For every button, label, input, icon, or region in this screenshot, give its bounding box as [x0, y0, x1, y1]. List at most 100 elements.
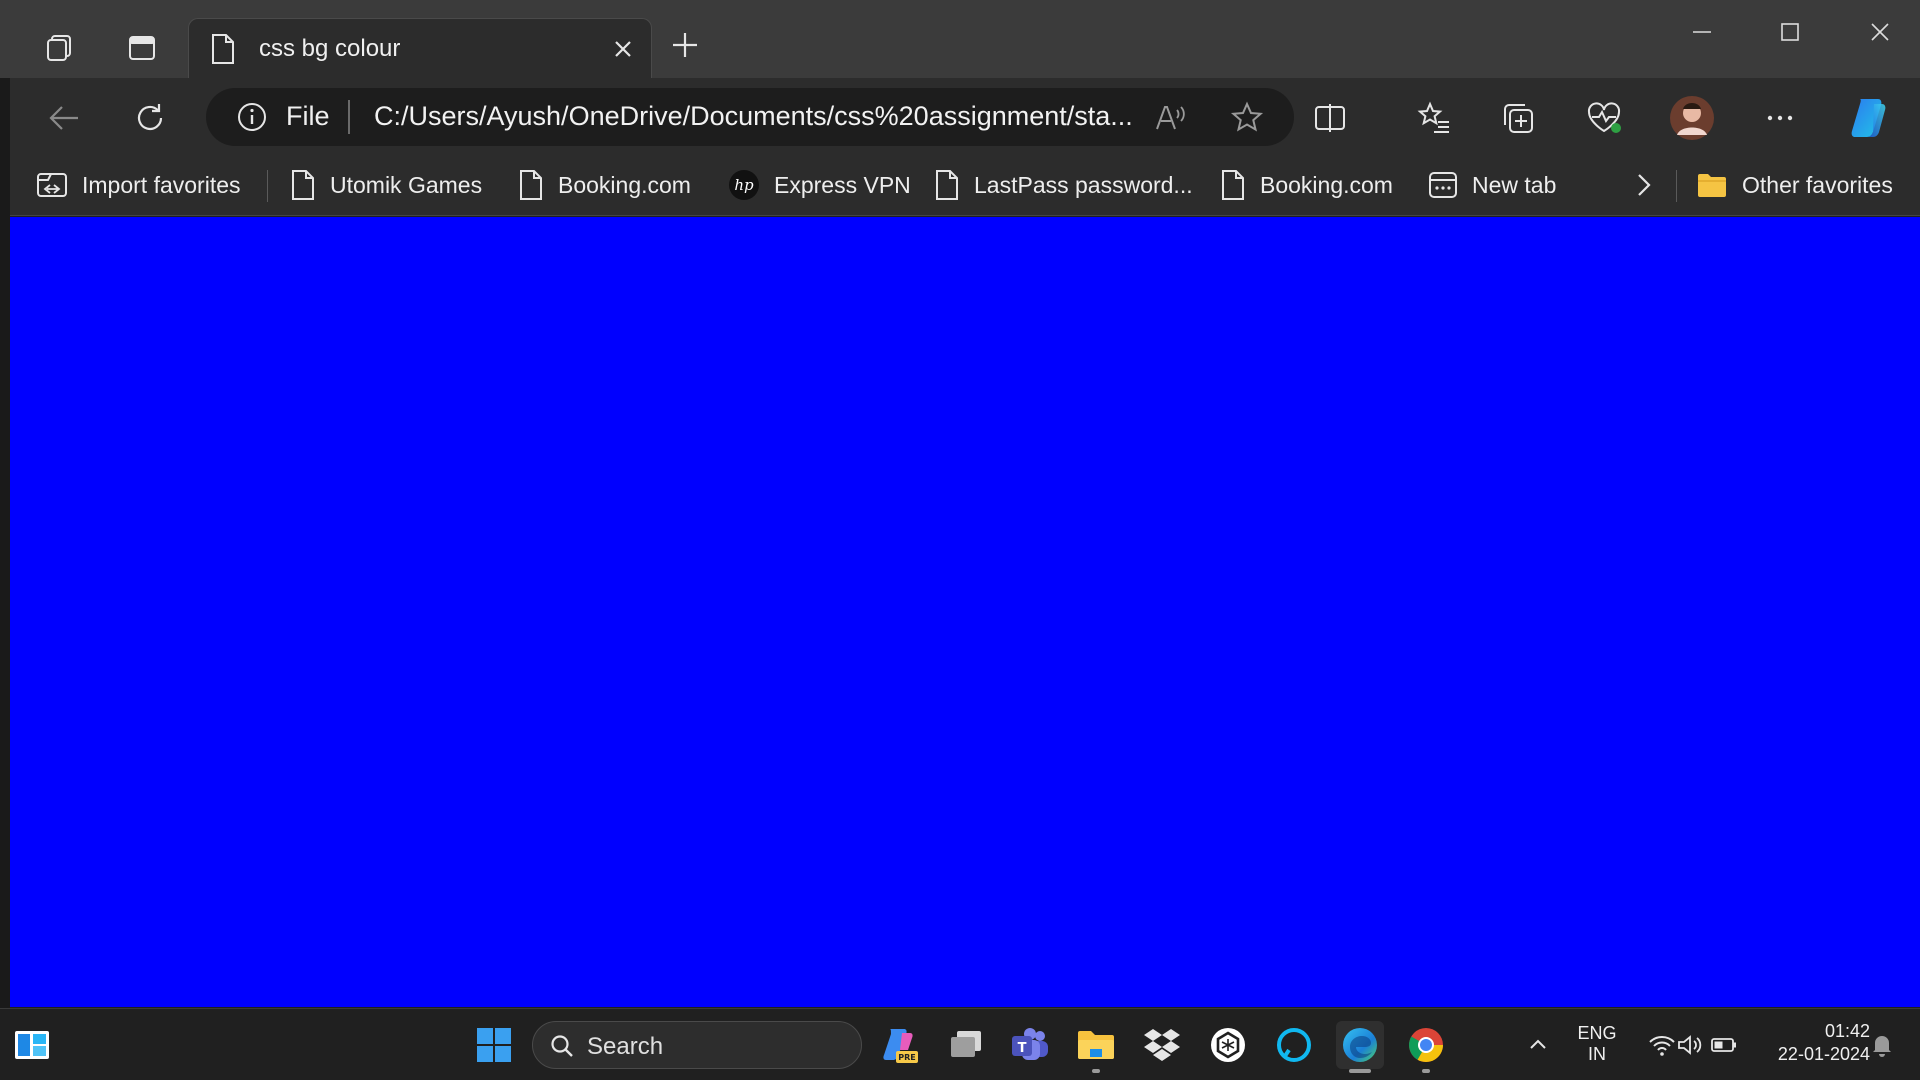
teams-icon: T	[1012, 1028, 1048, 1060]
copilot-icon	[1851, 99, 1886, 137]
page-icon	[292, 170, 314, 200]
page-icon	[936, 170, 958, 200]
active-indicator	[1349, 1069, 1371, 1073]
task-view-icon	[951, 1031, 981, 1057]
taskbar-copilot-preview[interactable]: PRE	[876, 1021, 924, 1069]
favorites-button[interactable]	[1410, 94, 1458, 142]
favorite-label: Booking.com	[1260, 171, 1393, 198]
maximize-button[interactable]	[1760, 8, 1820, 56]
favorites-list-icon	[1417, 101, 1449, 133]
openai-icon	[1211, 1028, 1245, 1062]
page-icon	[1222, 170, 1244, 200]
other-favorites-folder[interactable]: Other favorites	[1696, 162, 1893, 208]
back-button[interactable]	[40, 94, 88, 142]
split-screen-icon	[1315, 104, 1345, 132]
windows-logo-icon	[477, 1028, 511, 1062]
svg-text:PRE: PRE	[898, 1053, 916, 1062]
avatar	[1670, 96, 1714, 140]
new-tab-button[interactable]	[662, 22, 708, 68]
profile-button[interactable]	[1668, 94, 1716, 142]
add-favorite-star-icon[interactable]	[1226, 97, 1268, 139]
split-screen-button[interactable]	[1306, 94, 1354, 142]
browser-essentials-button[interactable]	[1580, 94, 1628, 142]
battery-icon	[1711, 1038, 1736, 1052]
favorite-item-booking-2[interactable]: Booking.com	[1220, 162, 1393, 208]
show-hidden-icons-button[interactable]	[1514, 1021, 1562, 1069]
bell-icon	[1873, 1036, 1891, 1057]
tab-actions-button[interactable]	[116, 22, 168, 74]
taskbar-dropbox[interactable]	[1138, 1021, 1186, 1069]
favorite-item-expressvpn[interactable]: hp Express VPN	[728, 162, 911, 208]
svg-text:T: T	[1018, 1041, 1027, 1056]
favorite-label: Import favorites	[82, 171, 241, 198]
taskbar-alexa[interactable]	[1270, 1021, 1318, 1069]
heart-pulse-icon	[1587, 102, 1621, 133]
running-indicator	[1092, 1069, 1100, 1073]
site-info-icon[interactable]	[236, 101, 268, 138]
clock[interactable]: 01:42 22-01-2024	[1752, 1021, 1870, 1065]
favorite-item-new-tab[interactable]: New tab	[1428, 162, 1556, 208]
collections-icon	[1504, 104, 1533, 133]
favorites-bar: Import favorites Utomik Games Booking.co…	[0, 156, 1920, 216]
favorite-item-lastpass[interactable]: LastPass password...	[934, 162, 1193, 208]
import-icon	[37, 173, 67, 197]
minimize-button[interactable]	[1672, 8, 1732, 56]
taskbar-chatgpt[interactable]	[1204, 1021, 1252, 1069]
taskbar-teams[interactable]: T	[1006, 1021, 1054, 1069]
file-explorer-icon	[1078, 1031, 1114, 1059]
chevron-right-icon	[1638, 174, 1651, 196]
browser-window: css bg colour File C:/Users/Ayush/OneDri…	[0, 0, 1920, 1080]
address-separator	[348, 100, 350, 134]
vertical-tabs-icon	[129, 36, 155, 60]
refresh-button[interactable]	[126, 94, 174, 142]
tab-active[interactable]: css bg colour	[188, 18, 652, 78]
svg-text:hp: hp	[734, 176, 754, 194]
refresh-icon	[137, 104, 163, 131]
more-favorites-chevron[interactable]	[1632, 162, 1654, 208]
close-tab-icon[interactable]	[611, 37, 635, 61]
new-tab-icon	[1429, 172, 1457, 198]
workspaces-icon	[47, 35, 71, 61]
running-indicator	[1422, 1069, 1430, 1073]
chevron-up-icon	[1530, 1039, 1546, 1049]
address-bar[interactable]: File C:/Users/Ayush/OneDrive/Documents/c…	[206, 88, 1294, 146]
plus-icon	[673, 33, 697, 57]
back-arrow-icon	[49, 106, 78, 130]
maximize-icon	[1781, 23, 1799, 41]
favorite-label: Utomik Games	[330, 171, 483, 198]
favorites-divider	[267, 170, 268, 202]
page-content-blue-background	[10, 217, 1920, 1007]
battery-button[interactable]	[1700, 1021, 1748, 1069]
search-placeholder: Search	[587, 1033, 664, 1060]
notifications-button[interactable]	[1858, 1021, 1906, 1069]
workspaces-button[interactable]	[34, 22, 86, 74]
widgets-icon	[15, 1031, 49, 1059]
input-language[interactable]: ENG IN	[1572, 1023, 1622, 1065]
favorite-item-import[interactable]: Import favorites	[36, 162, 241, 208]
read-aloud-icon[interactable]	[1150, 97, 1192, 139]
close-window-button[interactable]	[1850, 8, 1910, 56]
taskbar-task-view[interactable]	[942, 1021, 990, 1069]
edge-icon	[1343, 1028, 1377, 1062]
favorite-label: Booking.com	[558, 171, 691, 198]
taskbar-chrome[interactable]	[1402, 1021, 1450, 1073]
start-button[interactable]	[470, 1021, 518, 1069]
settings-more-button[interactable]	[1756, 94, 1804, 142]
taskbar-file-explorer[interactable]	[1072, 1021, 1120, 1073]
taskbar-edge[interactable]	[1336, 1021, 1384, 1073]
tab-title: css bg colour	[259, 35, 401, 62]
address-url[interactable]: C:/Users/Ayush/OneDrive/Documents/css%20…	[374, 101, 1134, 132]
taskbar: Search PRE T ENG IN 01:42 22-01-2024	[0, 1008, 1920, 1080]
address-scheme-label: File	[286, 101, 330, 131]
favorite-label: Express VPN	[774, 171, 911, 198]
favorite-item-utomik[interactable]: Utomik Games	[290, 162, 482, 208]
collections-button[interactable]	[1494, 94, 1542, 142]
page-icon	[520, 170, 542, 200]
copilot-button[interactable]	[1846, 94, 1894, 142]
widgets-button[interactable]	[8, 1021, 56, 1069]
favorite-item-booking[interactable]: Booking.com	[518, 162, 691, 208]
copilot-preview-icon: PRE	[883, 1029, 918, 1063]
folder-icon	[1698, 174, 1726, 197]
language-code: ENG	[1577, 1023, 1617, 1043]
taskbar-search[interactable]: Search	[532, 1021, 862, 1069]
